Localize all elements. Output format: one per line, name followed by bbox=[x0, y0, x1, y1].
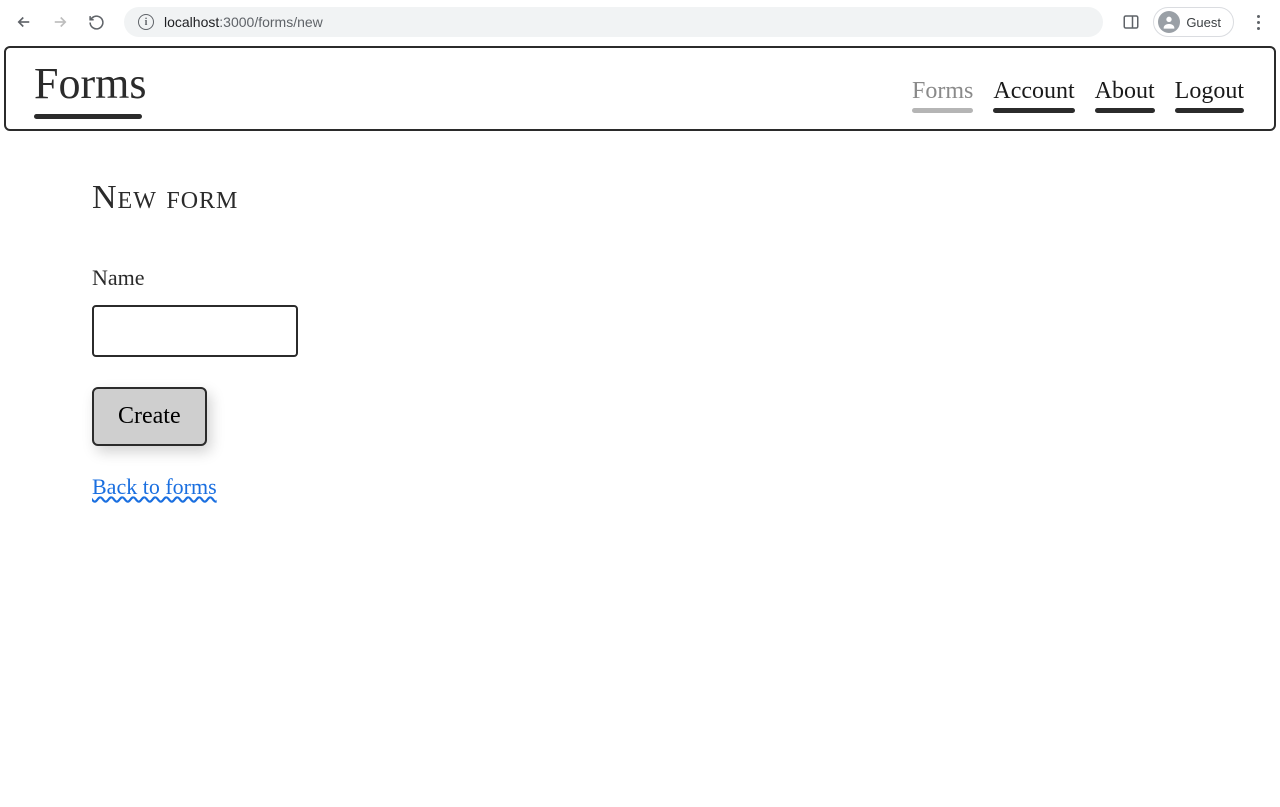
profile-chip[interactable]: Guest bbox=[1153, 7, 1234, 37]
name-input[interactable] bbox=[92, 305, 298, 357]
site-info-icon[interactable]: i bbox=[138, 14, 154, 30]
app-header: Forms Forms Account About Logout bbox=[4, 46, 1276, 131]
url-text: localhost:3000/forms/new bbox=[164, 14, 323, 30]
primary-nav: Forms Account About Logout bbox=[912, 78, 1244, 115]
nav-about[interactable]: About bbox=[1095, 78, 1155, 109]
nav-logout[interactable]: Logout bbox=[1175, 78, 1244, 109]
browser-menu-button[interactable] bbox=[1246, 11, 1270, 34]
reload-button[interactable] bbox=[82, 8, 110, 36]
forward-button[interactable] bbox=[46, 8, 74, 36]
nav-forms[interactable]: Forms bbox=[912, 78, 973, 109]
name-label: Name bbox=[92, 265, 1188, 291]
main-content: New form Name Create Back to forms bbox=[0, 131, 1280, 548]
panel-icon[interactable] bbox=[1117, 8, 1145, 36]
create-button[interactable]: Create bbox=[92, 387, 207, 446]
back-button[interactable] bbox=[10, 8, 38, 36]
browser-toolbar: i localhost:3000/forms/new Guest bbox=[0, 0, 1280, 44]
avatar-icon bbox=[1158, 11, 1180, 33]
back-to-forms-link[interactable]: Back to forms bbox=[92, 474, 217, 500]
brand-logo[interactable]: Forms bbox=[34, 58, 146, 115]
page-title: New form bbox=[92, 179, 1188, 217]
address-bar[interactable]: i localhost:3000/forms/new bbox=[124, 7, 1103, 37]
nav-account[interactable]: Account bbox=[993, 78, 1074, 109]
profile-label: Guest bbox=[1186, 15, 1221, 30]
